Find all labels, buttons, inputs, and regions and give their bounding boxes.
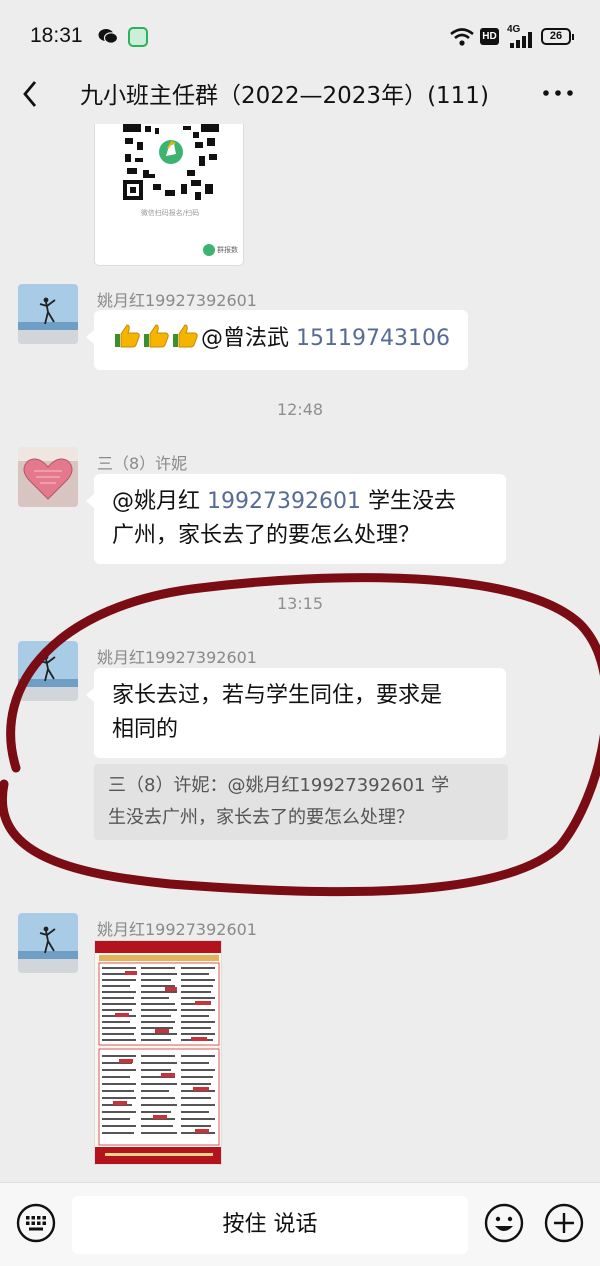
chat-title: 九小班主任群（2022—2023年）(111) [80,83,489,109]
mention-text: @姚月红 [112,489,207,514]
message-bubble[interactable]: @姚月红 19927392601 学生没去 广州，家长去了的要怎么处理？ [86,474,506,564]
back-arrow-icon[interactable] [18,76,42,112]
qr-code-card[interactable]: 微信扫码报名/扫码 群报数 [94,124,244,266]
plus-icon[interactable] [544,1203,584,1243]
app-notification-icon [128,27,148,47]
message-line: 相同的 [112,717,179,742]
wifi-icon [450,28,474,46]
mention-text: @曾法武 [201,326,296,351]
avatar[interactable] [18,447,78,507]
thumbs-up-emoji-icon [112,323,199,349]
more-icon[interactable] [542,88,574,98]
chat-header: 九小班主任群（2022—2023年）(111) [0,72,600,124]
quoted-message[interactable]: 三（8）许妮：@姚月红19927392601 学 生没去广州，家长去了的要怎么处… [94,764,508,840]
qr-brand-name: 群报数 [217,246,238,254]
hd-badge: HD [480,28,499,45]
message-line: 家长去过，若与学生同住，要求是 [112,683,443,708]
sender-name: 姚月红19927392601 [97,648,257,667]
message-bubble[interactable]: @曾法武 15119743106 [86,310,468,370]
avatar[interactable] [18,641,78,701]
sender-name: 姚月红19927392601 [97,920,257,939]
timestamp: 13:15 [276,594,324,613]
hold-to-talk-button[interactable]: 按住 说话 [72,1196,468,1254]
quote-line: 三（8）许妮：@姚月红19927392601 学 [108,775,450,796]
avatar[interactable] [18,913,78,973]
emoji-icon[interactable] [484,1203,524,1243]
message-bubble[interactable]: 家长去过，若与学生同住，要求是 相同的 [86,668,506,758]
message-line: 广州，家长去了的要怎么处理？ [112,523,421,548]
phone-number-link[interactable]: 15119743106 [296,326,450,351]
status-bar: 18:31 HD 4G 26 [0,0,600,72]
brand-logo-icon [203,244,215,256]
keyboard-icon[interactable] [16,1203,56,1243]
sender-name: 姚月红19927392601 [97,291,257,310]
timestamp: 12:48 [276,400,324,419]
quote-line: 生没去广州，家长去了的要怎么处理？ [108,807,414,828]
status-time: 18:31 [30,24,83,47]
image-message-thumbnail[interactable] [94,940,222,1165]
signal-icon [510,32,532,48]
avatar[interactable] [18,284,78,344]
message-list[interactable]: 微信扫码报名/扫码 群报数 姚月红19927392601 @曾法武 151197… [0,124,600,1182]
wechat-icon [98,29,118,44]
message-line: @姚月红 19927392601 学生没去 [112,485,488,519]
message-text: 学生没去 [360,489,456,514]
input-bar: 按住 说话 [0,1182,600,1266]
sender-name: 三（8）许妮 [97,454,188,473]
qr-code-image [123,124,219,200]
battery-icon: 26 [541,28,574,45]
qr-caption: 微信扫码报名/扫码 [140,209,200,217]
phone-number-link[interactable]: 19927392601 [207,489,361,514]
